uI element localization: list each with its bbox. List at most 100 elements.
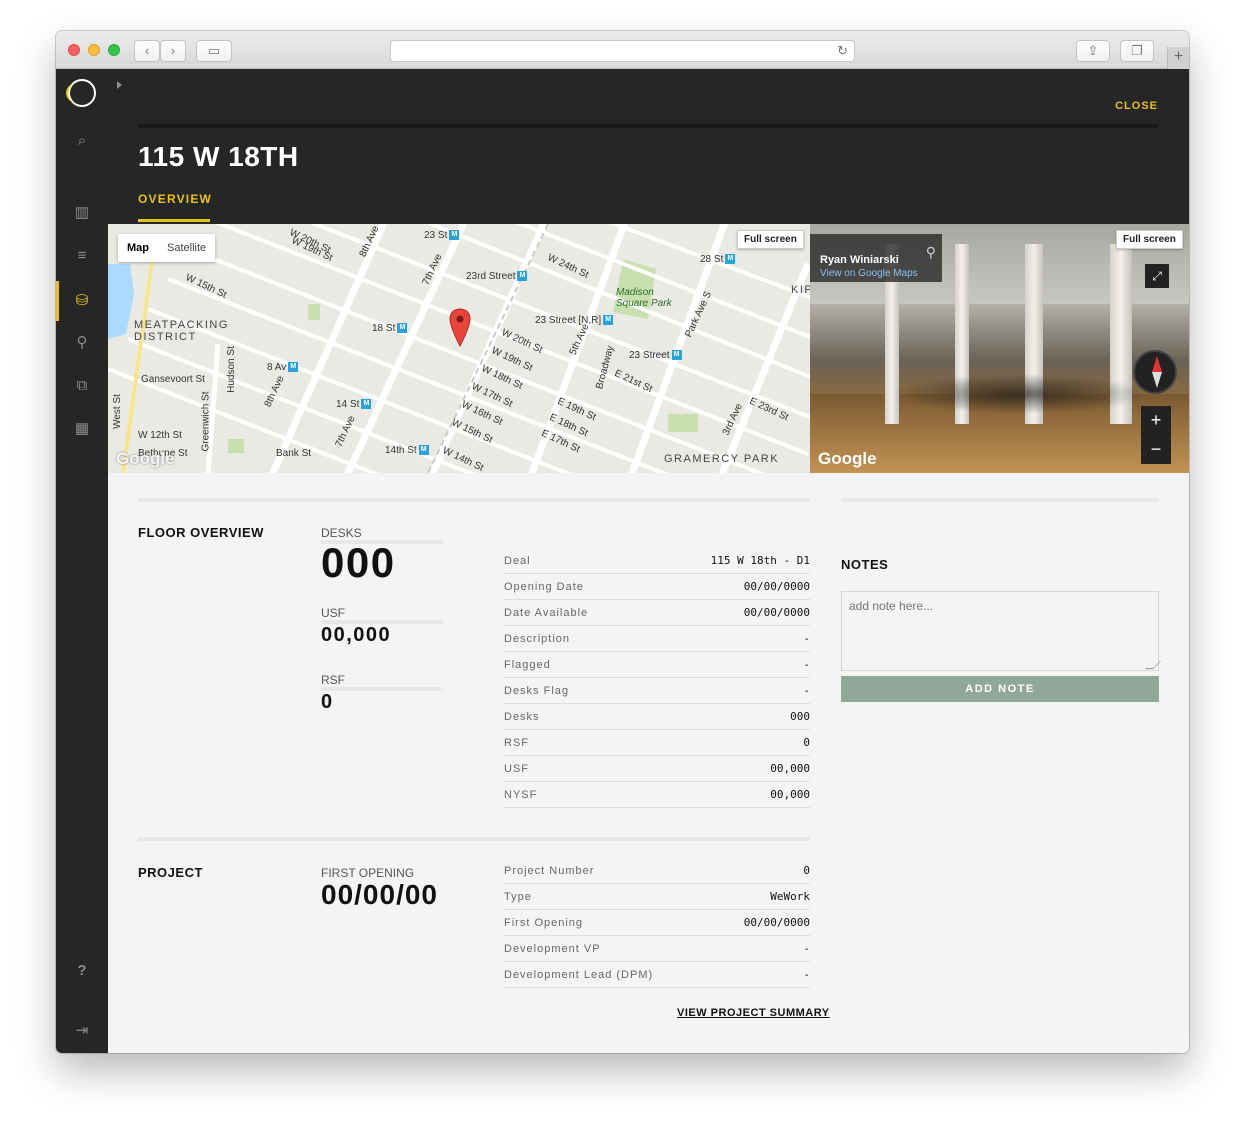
search-icon[interactable]: ⌕	[56, 129, 108, 153]
street-label: Greenwich St	[200, 391, 212, 452]
area-label: MEATPACKING DISTRICT	[134, 319, 229, 343]
table-row: Desks Flag -	[504, 678, 810, 704]
new-tab-button[interactable]: +	[1167, 47, 1189, 69]
zoom-control: + −	[1141, 406, 1171, 464]
tab-overview[interactable]: OVERVIEW	[138, 192, 212, 206]
detail-header: CLOSE 115 W 18TH OVERVIEW	[108, 69, 1189, 224]
table-row: Deal 115 W 18th - D1	[504, 548, 810, 574]
station-label: 14th St M	[385, 445, 429, 456]
street-view-info-box: Ryan Winiarski View on Google Maps ⚲	[810, 234, 942, 282]
table-row: Date Available 00/00/0000	[504, 600, 810, 626]
browser-toolbar: ‹ › ▭ ↻ ⇪ ❐ +	[56, 31, 1189, 69]
expand-icon[interactable]: ⤢	[1145, 264, 1169, 288]
first-opening-label: FIRST OPENING	[321, 866, 415, 880]
page-title: 115 W 18TH	[138, 141, 299, 172]
location-pin-icon[interactable]: ⚲	[56, 331, 108, 355]
desks-value: 000	[321, 539, 396, 586]
minimize-window-button[interactable]	[88, 44, 100, 56]
street-label: Bank St	[276, 448, 312, 459]
app-sidebar: ⌕ ▥ ≡ ⛁ ⚲ ⧉ ▦ ? ⇥	[56, 69, 108, 1053]
share-icon: ⇪	[1087, 43, 1099, 58]
floor-details-table: Deal 115 W 18th - D1 Opening Date 00/00/00…	[504, 548, 810, 808]
sidebar-toggle-icon: ▭	[207, 43, 221, 58]
back-button[interactable]: ‹	[134, 40, 160, 62]
location-pin-icon: ⚲	[925, 244, 936, 260]
reload-icon[interactable]: ↻	[837, 43, 848, 59]
location-map[interactable]: Map Satellite Full screen 23 St M 23rd St…	[108, 224, 810, 473]
table-row: First Opening 00/00/0000	[504, 910, 810, 936]
map-fullscreen-button[interactable]: Full screen	[737, 230, 804, 249]
database-icon[interactable]: ⛁	[56, 289, 108, 313]
table-row: Development Lead (DPM) -	[504, 962, 810, 988]
bar-chart-icon[interactable]: ▥	[56, 201, 108, 225]
metro-icon: M	[725, 254, 736, 265]
table-row: Flagged -	[504, 652, 810, 678]
map-type-control: Map Satellite	[118, 234, 216, 262]
table-row: Description -	[504, 626, 810, 652]
map-type-map[interactable]: Map	[118, 234, 158, 262]
table-row: Development VP -	[504, 936, 810, 962]
metro-icon: M	[418, 445, 429, 456]
usf-label: USF	[321, 606, 345, 620]
table-row: Desks 000	[504, 704, 810, 730]
street-view-fullscreen-button[interactable]: Full screen	[1116, 230, 1183, 249]
view-on-google-maps-link[interactable]: View on Google Maps	[820, 268, 918, 279]
list-icon[interactable]: ≡	[56, 244, 108, 268]
metro-icon: M	[288, 362, 299, 373]
chevron-right-icon: ›	[170, 43, 176, 58]
project-title: PROJECT	[138, 865, 203, 880]
add-note-button[interactable]: ADD NOTE	[841, 676, 1159, 702]
station-label: 23 Street M	[629, 350, 682, 361]
section-divider	[841, 498, 1159, 502]
street-view-panel[interactable]: Ryan Winiarski View on Google Maps ⚲ Ful…	[810, 224, 1189, 473]
share-button[interactable]: ⇪	[1076, 40, 1110, 62]
tabs-button[interactable]: ❐	[1120, 40, 1154, 62]
zoom-out-button[interactable]: −	[1141, 435, 1171, 464]
google-logo: Google	[818, 449, 877, 468]
logout-icon[interactable]: ⇥	[56, 1019, 108, 1043]
table-row: Project Number 0	[504, 858, 810, 884]
sidebar-toggle-button[interactable]: ▭	[196, 40, 232, 62]
chevron-left-icon: ‹	[144, 43, 150, 58]
view-project-summary-link[interactable]: VIEW PROJECT SUMMARY	[677, 1007, 830, 1019]
station-label: 23rd Street M	[466, 271, 528, 282]
map-marker-icon[interactable]	[449, 308, 471, 348]
expand-arrow-icon[interactable]	[117, 81, 122, 89]
browser-window: ‹ › ▭ ↻ ⇪ ❐ + ⌕ ▥ ≡ ⛁ ⚲ ⧉ ▦ ? ⇥ CLOSE 11…	[56, 31, 1189, 1053]
tab-overview-underline	[138, 219, 210, 222]
table-row: Opening Date 00/00/0000	[504, 574, 810, 600]
station-label: 23 St M	[424, 230, 460, 241]
copy-icon[interactable]: ⧉	[56, 374, 108, 398]
street-label: Hudson St	[225, 346, 237, 393]
zoom-window-button[interactable]	[108, 44, 120, 56]
app-logo[interactable]	[66, 79, 96, 107]
metro-icon: M	[361, 399, 372, 410]
street-view-author: Ryan Winiarski	[820, 254, 899, 266]
zoom-in-button[interactable]: +	[1141, 406, 1171, 435]
help-icon[interactable]: ?	[56, 959, 108, 983]
map-type-satellite[interactable]: Satellite	[158, 234, 215, 262]
metro-icon: M	[603, 315, 614, 326]
desks-label: DESKS	[321, 526, 362, 540]
table-row: USF 00,000	[504, 756, 810, 782]
station-label: 14 St M	[336, 399, 372, 410]
forward-button[interactable]: ›	[160, 40, 186, 62]
header-divider	[138, 124, 1158, 128]
street-label: West St	[111, 394, 123, 429]
station-label: 18 St M	[372, 323, 408, 334]
first-opening-value: 00/00/00	[321, 879, 438, 910]
notes-title: NOTES	[841, 557, 889, 572]
usf-value: 00,000	[321, 624, 392, 646]
rsf-value: 0	[321, 691, 334, 713]
close-window-button[interactable]	[68, 44, 80, 56]
table-row: Type WeWork	[504, 884, 810, 910]
area-label: GRAMERCY PARK	[664, 453, 780, 465]
address-bar[interactable]: ↻	[390, 40, 855, 62]
street-view-crowd	[890, 374, 1150, 414]
notes-textarea[interactable]	[841, 591, 1159, 671]
compass-icon[interactable]	[1133, 350, 1177, 394]
rsf-bar	[321, 687, 443, 691]
metro-icon: M	[671, 350, 682, 361]
table-icon[interactable]: ▦	[56, 417, 108, 441]
close-button[interactable]: CLOSE	[1115, 100, 1158, 112]
